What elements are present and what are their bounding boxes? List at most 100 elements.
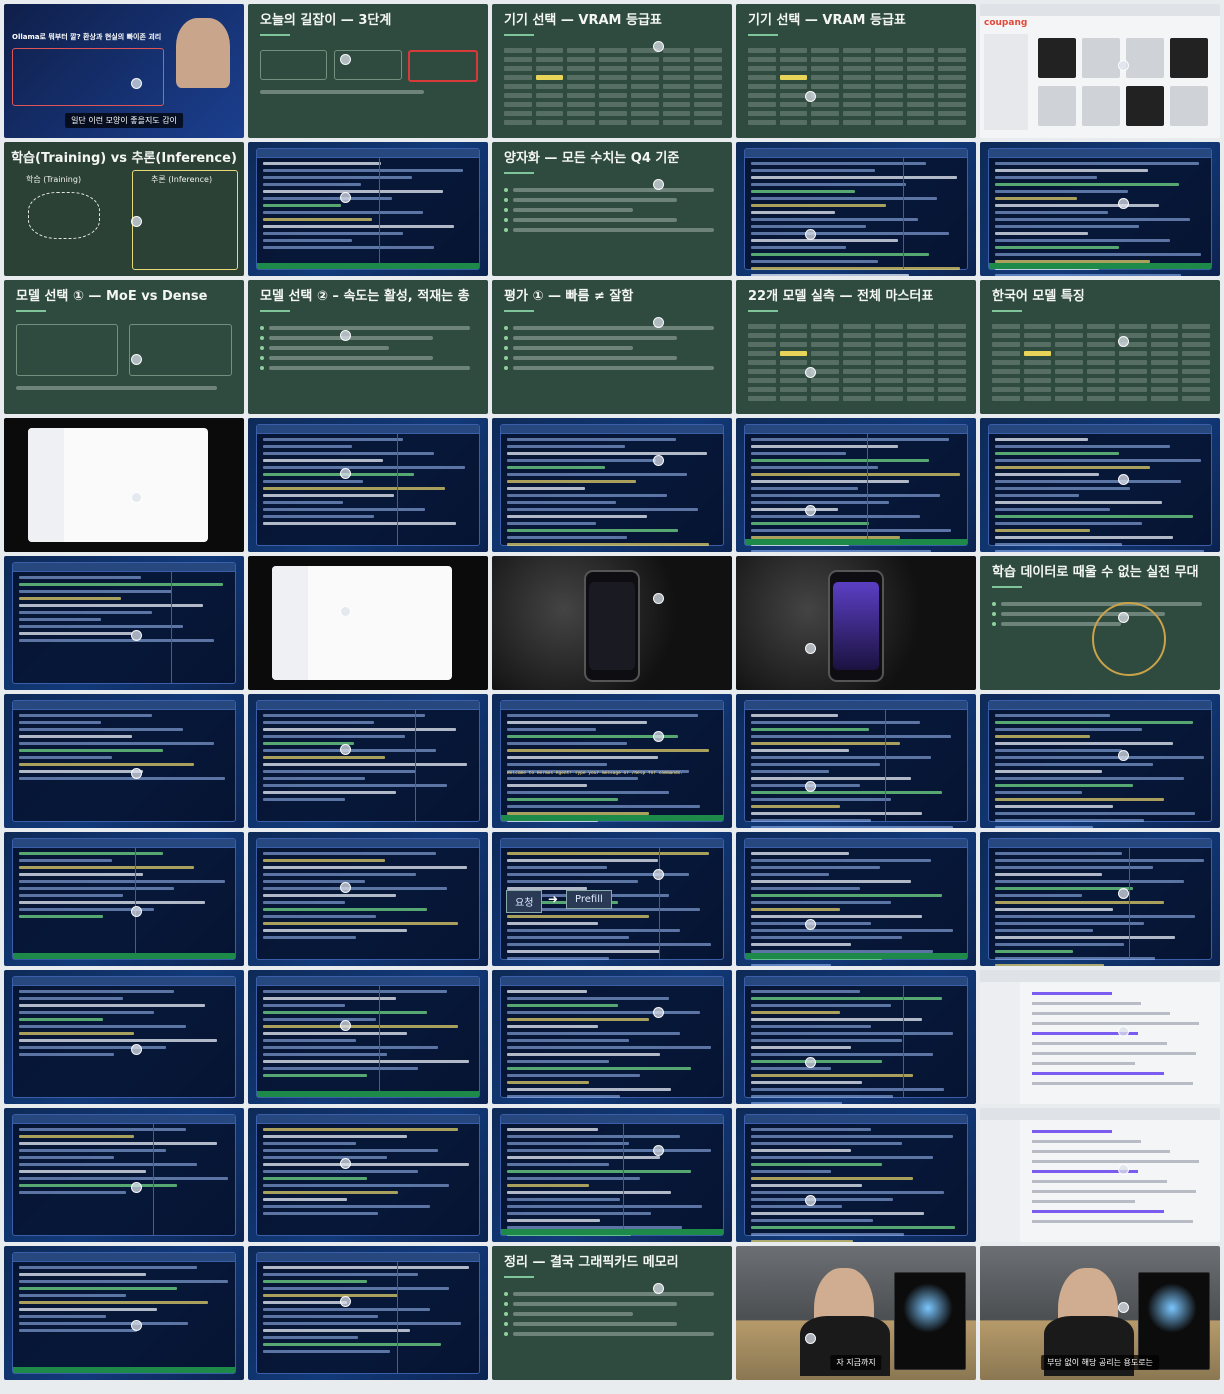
terminal-window[interactable] — [744, 148, 968, 276]
video-thumbnail[interactable] — [4, 556, 244, 690]
table-cell — [694, 93, 723, 98]
video-thumbnail[interactable] — [736, 418, 976, 552]
video-thumbnail[interactable]: Ollama로 뭐부터 깔? 환상과 현실의 빠이존 괴리 일단 이런 모양이 좋… — [4, 4, 244, 138]
video-thumbnail[interactable]: coupang — [980, 4, 1220, 138]
video-thumbnail[interactable] — [4, 694, 244, 828]
video-thumbnail[interactable]: 요청 ➜ Prefill — [492, 832, 732, 966]
product-card[interactable] — [1126, 86, 1164, 126]
app-window[interactable] — [272, 566, 452, 680]
terminal-window[interactable] — [988, 838, 1212, 966]
video-thumbnail[interactable] — [492, 970, 732, 1104]
video-thumbnail[interactable] — [980, 970, 1220, 1104]
video-thumbnail[interactable] — [248, 556, 488, 690]
app-window[interactable] — [28, 428, 208, 542]
video-thumbnail[interactable] — [4, 418, 244, 552]
terminal-window[interactable] — [12, 700, 236, 822]
video-thumbnail[interactable]: 22개 모델 실측 — 전체 마스터표 — [736, 280, 976, 414]
video-thumbnail[interactable] — [492, 418, 732, 552]
video-thumbnail[interactable]: 학습 데이터로 때울 수 없는 실전 무대 — [980, 556, 1220, 690]
video-thumbnail[interactable] — [736, 694, 976, 828]
terminal-window[interactable] — [256, 838, 480, 960]
product-card[interactable] — [1038, 86, 1076, 126]
product-card[interactable] — [1170, 86, 1208, 126]
video-thumbnail[interactable] — [4, 1108, 244, 1242]
video-thumbnail[interactable]: 기기 선택 — VRAM 등급표 — [492, 4, 732, 138]
terminal-window[interactable] — [744, 424, 968, 552]
terminal-window[interactable] — [744, 700, 968, 828]
video-thumbnail[interactable] — [248, 1246, 488, 1380]
table-row — [504, 111, 723, 116]
video-thumbnail[interactable] — [248, 832, 488, 966]
video-thumbnail[interactable]: Welcome to Hermes Agent! Type your messa… — [492, 694, 732, 828]
video-thumbnail[interactable] — [4, 832, 244, 966]
terminal-line — [263, 887, 448, 890]
terminal-window[interactable] — [256, 700, 480, 822]
video-thumbnail[interactable]: 학습(Training) vs 추론(Inference) 학습 (Trainin… — [4, 142, 244, 276]
terminal-window[interactable] — [988, 148, 1212, 276]
terminal-window[interactable] — [12, 976, 236, 1098]
video-thumbnail[interactable] — [248, 970, 488, 1104]
terminal-line — [751, 1177, 914, 1180]
video-thumbnail[interactable]: 정리 — 결국 그래픽카드 메모리 — [492, 1246, 732, 1380]
terminal-line — [19, 639, 215, 642]
product-card[interactable] — [1038, 38, 1076, 78]
video-thumbnail[interactable]: 오늘의 길잡이 — 3단계 — [248, 4, 488, 138]
product-card[interactable] — [1082, 86, 1120, 126]
terminal-window[interactable] — [256, 148, 480, 270]
video-thumbnail[interactable] — [980, 832, 1220, 966]
video-thumbnail[interactable] — [980, 1108, 1220, 1242]
video-thumbnail[interactable] — [4, 1246, 244, 1380]
video-thumbnail[interactable] — [4, 970, 244, 1104]
terminal-window[interactable] — [988, 700, 1212, 828]
video-thumbnail[interactable] — [492, 1108, 732, 1242]
terminal-window[interactable] — [500, 976, 724, 1098]
video-thumbnail[interactable]: 기기 선택 — VRAM 등급표 — [736, 4, 976, 138]
video-thumbnail[interactable]: 평가 ① — 빠름 ≠ 잘함 — [492, 280, 732, 414]
video-thumbnail[interactable] — [980, 418, 1220, 552]
terminal-line — [263, 1329, 410, 1332]
terminal-line — [751, 805, 840, 808]
terminal-line — [263, 1156, 388, 1159]
terminal-window[interactable] — [12, 562, 236, 684]
video-thumbnail[interactable]: 부담 없이 해당 공리는 용도로는 — [980, 1246, 1220, 1380]
terminal-window[interactable] — [256, 424, 480, 546]
product-card[interactable] — [1126, 38, 1164, 78]
terminal-window[interactable] — [12, 1114, 236, 1236]
terminal-window[interactable] — [256, 1114, 480, 1236]
video-thumbnail[interactable] — [736, 556, 976, 690]
video-thumbnail[interactable] — [980, 142, 1220, 276]
video-thumbnail[interactable] — [492, 556, 732, 690]
terminal-window[interactable] — [12, 1252, 236, 1374]
video-thumbnail[interactable] — [248, 1108, 488, 1242]
content-line — [1032, 1012, 1170, 1015]
video-thumbnail[interactable]: 자 지금까지 — [736, 1246, 976, 1380]
video-thumbnail[interactable]: 한국어 모델 특징 — [980, 280, 1220, 414]
product-card[interactable] — [1170, 38, 1208, 78]
product-card[interactable] — [1082, 38, 1120, 78]
table-cell — [1055, 369, 1084, 374]
terminal-window[interactable] — [256, 976, 480, 1098]
video-thumbnail[interactable] — [980, 694, 1220, 828]
video-thumbnail[interactable] — [736, 142, 976, 276]
table-cell — [1087, 333, 1115, 338]
terminal-window[interactable] — [500, 1114, 724, 1236]
video-thumbnail[interactable] — [248, 142, 488, 276]
terminal-window[interactable]: Welcome to Hermes Agent! Type your messa… — [500, 700, 724, 822]
video-thumbnail[interactable] — [736, 1108, 976, 1242]
site-logo[interactable]: coupang — [984, 18, 1027, 28]
video-thumbnail[interactable]: 양자화 — 모든 수치는 Q4 기준 — [492, 142, 732, 276]
video-thumbnail[interactable] — [736, 970, 976, 1104]
video-thumbnail[interactable] — [248, 418, 488, 552]
terminal-window[interactable] — [744, 1114, 968, 1242]
terminal-window[interactable] — [744, 976, 968, 1104]
terminal-line — [19, 1163, 197, 1166]
terminal-window[interactable] — [744, 838, 968, 966]
terminal-window[interactable] — [500, 424, 724, 546]
terminal-window[interactable] — [256, 1252, 480, 1374]
video-thumbnail[interactable] — [736, 832, 976, 966]
video-thumbnail[interactable]: 모델 선택 ② – 속도는 활성, 적재는 총 — [248, 280, 488, 414]
terminal-window[interactable] — [988, 424, 1212, 552]
video-thumbnail[interactable]: 모델 선택 ① — MoE vs Dense — [4, 280, 244, 414]
terminal-window[interactable] — [12, 838, 236, 960]
video-thumbnail[interactable] — [248, 694, 488, 828]
